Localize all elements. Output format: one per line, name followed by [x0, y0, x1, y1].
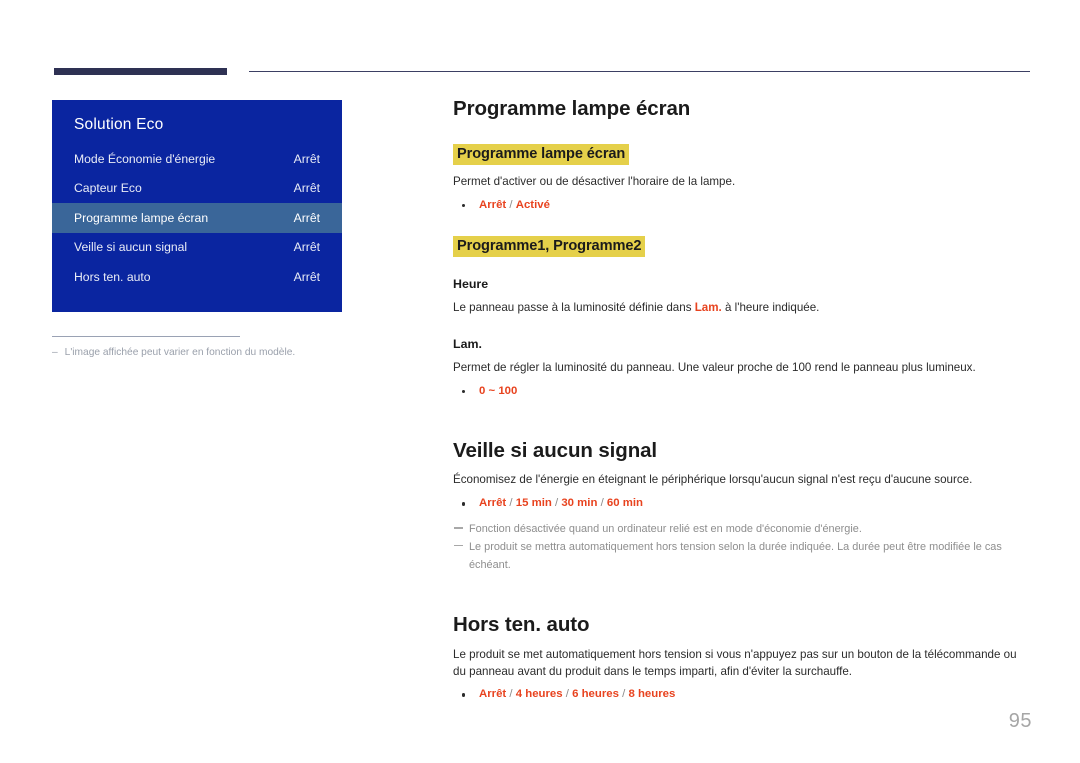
option-value: Activé: [515, 198, 550, 211]
section-heading-programme-lampe-ecran: Programme lampe écran: [453, 97, 691, 120]
footnote-divider: [52, 335, 240, 337]
osd-row-value: Arrêt: [293, 269, 320, 284]
option-separator: /: [506, 497, 516, 510]
osd-row-label: Veille si aucun signal: [74, 240, 188, 255]
header-rule-thick: [54, 68, 227, 75]
option-list-programme-lampe-ecran: Arrêt / Activé: [453, 197, 1031, 214]
option-list-lam: 0 ~ 100: [453, 383, 1031, 400]
osd-row-hors-ten-auto[interactable]: Hors ten. auto Arrêt: [52, 262, 342, 292]
option-separator: /: [506, 688, 516, 701]
highlight-heading-programme1-programme2: Programme1, Programme2: [453, 235, 646, 257]
note-list-veille: Fonction désactivée quand un ordinateur …: [453, 521, 1031, 574]
osd-row-mode-economie[interactable]: Mode Économie d'énergie Arrêt: [52, 144, 342, 174]
paragraph-heure-post: à l'heure indiquée.: [721, 301, 820, 314]
option-item: Arrêt / 4 heures / 6 heures / 8 heures: [453, 686, 1031, 703]
option-separator: /: [551, 497, 562, 510]
osd-menu-title: Solution Eco: [74, 116, 164, 133]
subheading-lam: Lam.: [453, 336, 482, 351]
option-item: 0 ~ 100: [453, 383, 1031, 400]
option-value: 4 heures: [515, 688, 563, 701]
left-column: Solution Eco Mode Économie d'énergie Arr…: [52, 100, 342, 359]
content-column: Programme lampe écran Programme lampe éc…: [453, 96, 1031, 704]
highlight-heading-wrap: Programme1, Programme2: [453, 235, 1031, 257]
section-heading-hors-ten-auto: Hors ten. auto: [453, 613, 590, 637]
option-value: Arrêt: [479, 497, 507, 510]
osd-row-capteur-eco[interactable]: Capteur Eco Arrêt: [52, 174, 342, 204]
option-list-hors-ten-auto: Arrêt / 4 heures / 6 heures / 8 heures: [453, 686, 1031, 703]
option-separator: /: [597, 497, 607, 510]
osd-row-programme-lampe-ecran[interactable]: Programme lampe écran Arrêt: [52, 203, 342, 233]
option-value: 6 heures: [572, 688, 619, 701]
osd-row-label: Hors ten. auto: [74, 269, 151, 284]
footnote: – L'image affichée peut varier en foncti…: [52, 346, 342, 360]
option-value: Arrêt: [479, 198, 507, 211]
osd-row-value: Arrêt: [293, 240, 320, 255]
option-value: 15 min: [515, 497, 552, 510]
osd-row-label: Capteur Eco: [74, 181, 142, 196]
paragraph-heure-pre: Le panneau passe à la luminosité définie…: [453, 301, 695, 314]
option-value: Arrêt: [479, 688, 507, 701]
option-item: Arrêt / Activé: [453, 197, 1031, 214]
footnote-dash: –: [52, 346, 58, 358]
osd-row-value: Arrêt: [293, 210, 320, 225]
section-heading-veille-si-aucun-signal: Veille si aucun signal: [453, 438, 658, 462]
footnote-text: L'image affichée peut varier en fonction…: [64, 346, 296, 358]
paragraph-heure: Le panneau passe à la luminosité définie…: [453, 300, 1031, 317]
subheading-heure: Heure: [453, 277, 489, 291]
osd-menu-panel: Solution Eco Mode Économie d'énergie Arr…: [52, 100, 342, 312]
osd-row-label: Mode Économie d'énergie: [74, 151, 216, 166]
osd-row-value: Arrêt: [293, 151, 320, 166]
paragraph-lam: Permet de régler la luminosité du pannea…: [453, 360, 976, 374]
option-value: 30 min: [561, 497, 598, 510]
paragraph-veille: Économisez de l'énergie en éteignant le …: [453, 473, 973, 487]
option-value: 60 min: [606, 497, 644, 510]
note-item: Le produit se mettra automatiquement hor…: [453, 539, 1031, 574]
osd-row-veille-si-aucun-signal[interactable]: Veille si aucun signal Arrêt: [52, 233, 342, 263]
page-number: 95: [1008, 710, 1032, 732]
paragraph-heure-ref: Lam.: [694, 301, 722, 314]
option-value: 8 heures: [628, 688, 676, 701]
note-item: Fonction désactivée quand un ordinateur …: [453, 521, 1031, 539]
option-list-veille: Arrêt / 15 min / 30 min / 60 min: [453, 495, 1031, 512]
osd-row-label: Programme lampe écran: [74, 210, 209, 225]
highlight-heading-wrap: Programme lampe écran: [453, 143, 1031, 165]
option-separator: /: [562, 688, 573, 701]
option-item: Arrêt / 15 min / 30 min / 60 min: [453, 495, 1031, 512]
paragraph-programme-lampe-ecran: Permet d'activer ou de désactiver l'hora…: [453, 174, 736, 188]
option-separator: /: [506, 198, 516, 211]
osd-row-value: Arrêt: [293, 181, 320, 196]
manual-page: Solution Eco Mode Économie d'énergie Arr…: [0, 0, 1080, 763]
highlight-heading-programme-lampe-ecran: Programme lampe écran: [453, 143, 630, 165]
paragraph-hors-ten-auto: Le produit se met automatiquement hors t…: [453, 647, 1017, 678]
option-value: 0 ~ 100: [479, 384, 518, 397]
header-rule-thin: [249, 71, 1030, 72]
